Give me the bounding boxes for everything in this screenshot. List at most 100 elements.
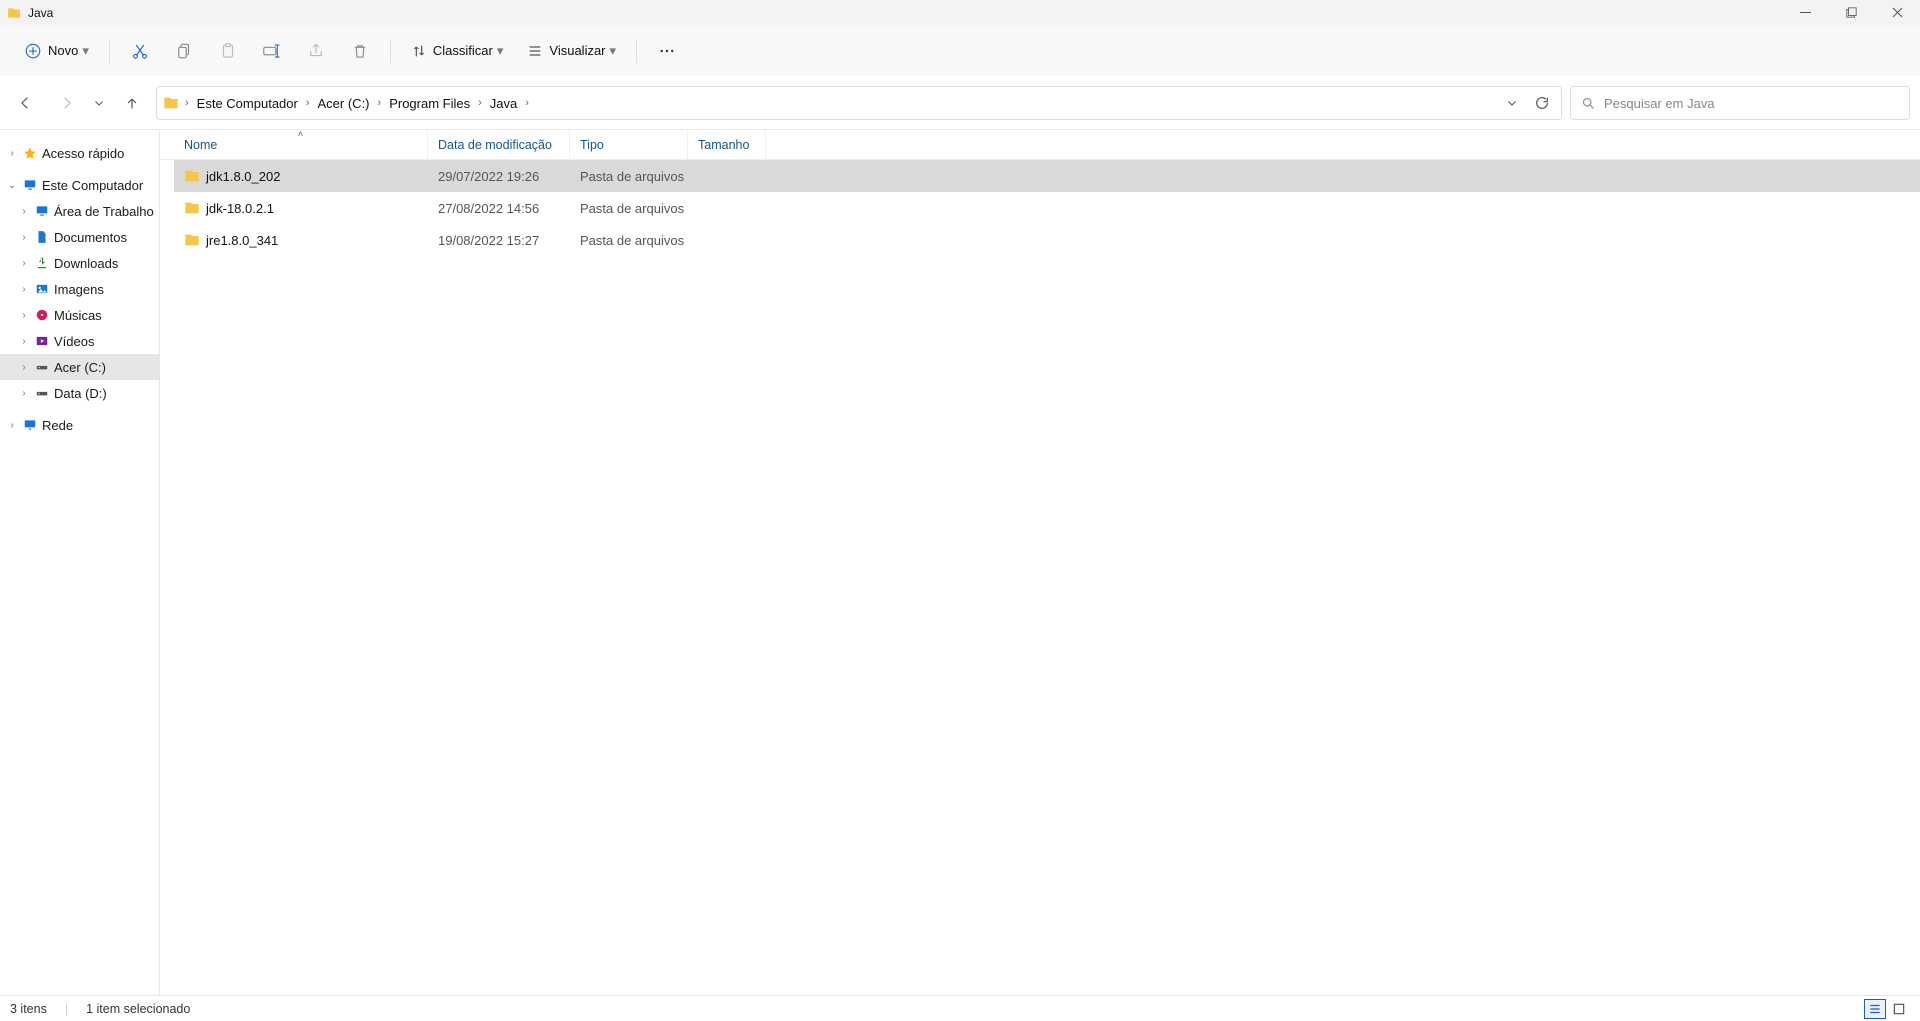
details-view-button[interactable] xyxy=(1864,999,1886,1019)
chevron-right-icon[interactable]: › xyxy=(18,388,30,399)
breadcrumb-segment[interactable]: Acer (C:) xyxy=(316,96,372,111)
status-selection: 1 item selecionado xyxy=(86,1002,190,1016)
chevron-down-icon: ▾ xyxy=(497,43,504,59)
search-box[interactable] xyxy=(1570,86,1910,120)
address-history-button[interactable] xyxy=(1499,90,1525,116)
large-icons-view-button[interactable] xyxy=(1888,999,1910,1019)
chevron-right-icon[interactable]: › xyxy=(18,258,30,269)
chevron-right-icon[interactable]: › xyxy=(18,362,30,373)
column-header-date[interactable]: Data de modificação xyxy=(428,130,570,159)
paste-button[interactable] xyxy=(208,33,248,69)
breadcrumb-segment[interactable]: Program Files xyxy=(387,96,472,111)
column-header-label: Tamanho xyxy=(698,138,749,152)
column-header-type[interactable]: Tipo xyxy=(570,130,688,159)
table-row[interactable]: jdk1.8.0_20229/07/2022 19:26Pasta de arq… xyxy=(174,160,1920,192)
chevron-right-icon[interactable]: › xyxy=(6,148,18,159)
sidebar-item[interactable]: › Músicas xyxy=(0,302,159,328)
chevron-right-icon[interactable]: › xyxy=(304,97,312,109)
delete-button[interactable] xyxy=(340,33,380,69)
drive-icon xyxy=(34,385,50,401)
sidebar-item-label: Músicas xyxy=(54,308,102,323)
refresh-button[interactable] xyxy=(1529,90,1555,116)
chevron-right-icon[interactable]: › xyxy=(18,232,30,243)
column-header-size[interactable]: Tamanho xyxy=(688,130,766,159)
sidebar-item[interactable]: › Área de Trabalho xyxy=(0,198,159,224)
sidebar-item[interactable]: › Documentos xyxy=(0,224,159,250)
search-input[interactable] xyxy=(1604,96,1899,111)
chevron-right-icon[interactable]: › xyxy=(183,97,191,109)
sidebar-item-label: Downloads xyxy=(54,256,118,271)
recent-locations-button[interactable] xyxy=(90,87,108,119)
copy-button[interactable] xyxy=(164,33,204,69)
sidebar-network[interactable]: › Rede xyxy=(0,412,159,438)
breadcrumb-segment[interactable]: Java xyxy=(488,96,519,111)
chevron-right-icon[interactable]: › xyxy=(18,310,30,321)
sort-button[interactable]: Classificar ▾ xyxy=(401,33,514,69)
sidebar-item-label: Este Computador xyxy=(42,178,143,193)
monitor-icon xyxy=(22,177,38,193)
cut-button[interactable] xyxy=(120,33,160,69)
toolbar: Novo ▾ Classificar ▾ Visualizar ▾ xyxy=(0,25,1920,77)
table-row[interactable]: jdk-18.0.2.1 27/08/2022 14:56Pasta de arq… xyxy=(174,192,1920,224)
share-button[interactable] xyxy=(296,33,336,69)
chevron-right-icon[interactable]: › xyxy=(18,206,30,217)
sidebar-item-label: Vídeos xyxy=(54,334,94,349)
chevron-down-icon: ▾ xyxy=(610,43,617,59)
up-button[interactable] xyxy=(116,87,148,119)
chevron-right-icon[interactable]: › xyxy=(476,97,484,109)
chevron-down-icon[interactable]: ⌄ xyxy=(6,180,18,191)
new-button[interactable]: Novo ▾ xyxy=(14,33,99,69)
table-row[interactable]: jre1.8.0_341 19/08/2022 15:27Pasta de arq… xyxy=(174,224,1920,256)
sidebar-this-pc[interactable]: ⌄ Este Computador xyxy=(0,172,159,198)
window-controls xyxy=(1782,0,1920,25)
music-icon xyxy=(34,307,50,323)
column-header-name[interactable]: ˄ Nome xyxy=(174,130,428,159)
folder-icon xyxy=(184,200,200,216)
network-icon xyxy=(22,417,38,433)
sidebar-item[interactable]: ›Acer (C:) xyxy=(0,354,159,380)
sidebar-item[interactable]: › Downloads xyxy=(0,250,159,276)
close-button[interactable] xyxy=(1874,0,1920,25)
back-button[interactable] xyxy=(10,87,42,119)
file-name: jdk-18.0.2.1 xyxy=(206,201,274,216)
file-type: Pasta de arquivos xyxy=(570,233,688,248)
sidebar-quick-access[interactable]: › Acesso rápido xyxy=(0,140,159,166)
sidebar-item-label: Acesso rápido xyxy=(42,146,124,161)
toolbar-separator xyxy=(636,39,637,63)
breadcrumb-segment[interactable]: Este Computador xyxy=(195,96,300,111)
maximize-button[interactable] xyxy=(1828,0,1874,25)
file-date: 29/07/2022 19:26 xyxy=(428,169,570,184)
more-button[interactable] xyxy=(647,33,687,69)
minimize-button[interactable] xyxy=(1782,0,1828,25)
forward-button[interactable] xyxy=(50,87,82,119)
video-icon xyxy=(34,333,50,349)
toolbar-separator xyxy=(390,39,391,63)
chevron-right-icon[interactable]: › xyxy=(523,97,531,109)
sidebar-item-label: Imagens xyxy=(54,282,104,297)
chevron-right-icon[interactable]: › xyxy=(18,284,30,295)
sidebar-item[interactable]: › Imagens xyxy=(0,276,159,302)
sort-button-label: Classificar xyxy=(433,43,493,58)
address-bar[interactable]: › Este Computador›Acer (C:)›Program File… xyxy=(156,86,1562,120)
column-header-label: Data de modificação xyxy=(438,138,552,152)
sidebar-item-label: Documentos xyxy=(54,230,127,245)
sidebar-item[interactable]: ›Data (D:) xyxy=(0,380,159,406)
file-date: 19/08/2022 15:27 xyxy=(428,233,570,248)
pic-icon xyxy=(34,281,50,297)
file-date: 27/08/2022 14:56 xyxy=(428,201,570,216)
rename-button[interactable] xyxy=(252,33,292,69)
file-list: ˄ Nome Data de modificação Tipo Tamanho … xyxy=(160,130,1920,995)
folder-icon xyxy=(163,95,179,111)
column-headers: ˄ Nome Data de modificação Tipo Tamanho xyxy=(160,130,1920,160)
file-name: jre1.8.0_341 xyxy=(206,233,278,248)
new-button-label: Novo xyxy=(48,43,78,58)
view-button[interactable]: Visualizar ▾ xyxy=(517,33,626,69)
chevron-right-icon[interactable]: › xyxy=(6,420,18,431)
sidebar-item[interactable]: › Vídeos xyxy=(0,328,159,354)
folder-icon xyxy=(184,232,200,248)
sidebar-item-label: Área de Trabalho xyxy=(54,204,154,219)
file-type: Pasta de arquivos xyxy=(570,201,688,216)
chevron-right-icon[interactable]: › xyxy=(18,336,30,347)
view-button-label: Visualizar xyxy=(549,43,605,58)
chevron-right-icon[interactable]: › xyxy=(376,97,384,109)
